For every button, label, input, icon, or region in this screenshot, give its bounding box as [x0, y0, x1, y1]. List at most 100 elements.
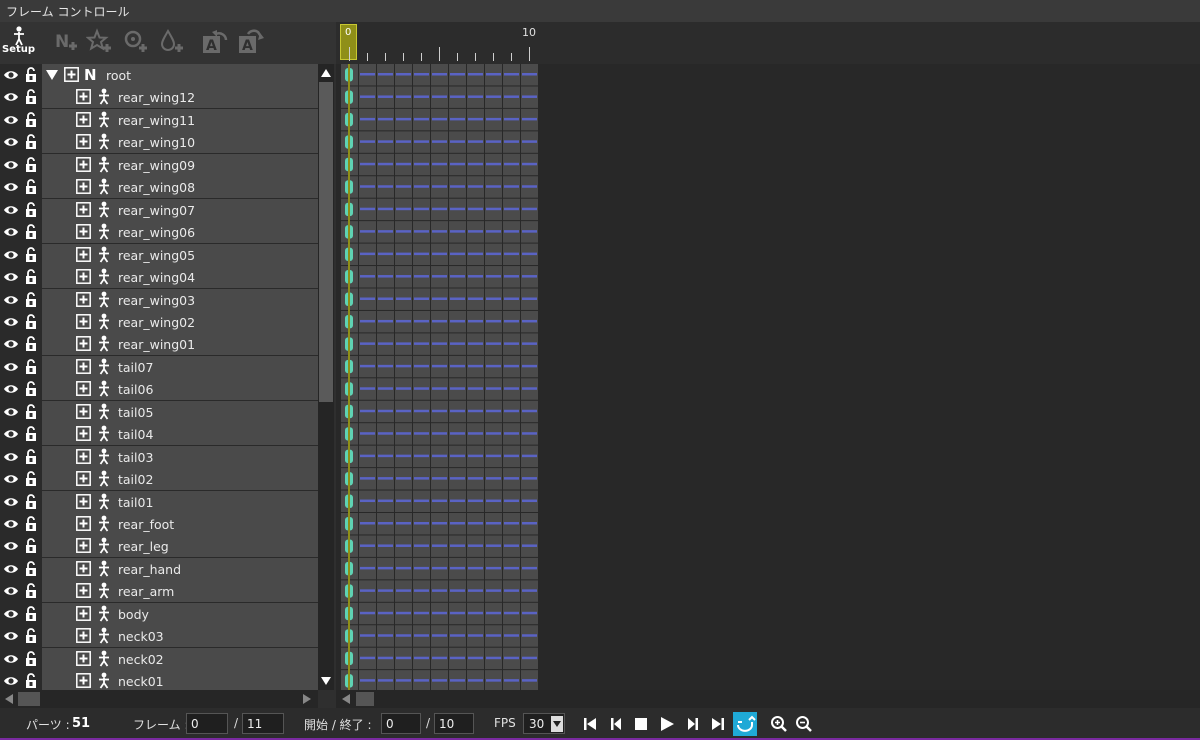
total-frames-field[interactable] [242, 713, 284, 734]
tree-row-part[interactable]: tail04 [0, 423, 318, 445]
visibility-eye-icon[interactable] [3, 315, 19, 329]
expand-box-icon[interactable] [76, 381, 91, 396]
visibility-eye-icon[interactable] [3, 539, 19, 553]
expand-box-icon[interactable] [76, 404, 91, 419]
last-frame-button[interactable] [709, 715, 727, 733]
visibility-eye-icon[interactable] [3, 472, 19, 486]
frame-ruler[interactable]: 0 10 [336, 22, 1200, 64]
tree-row-part[interactable]: rear_wing10 [0, 131, 318, 153]
expand-box-icon[interactable] [76, 449, 91, 464]
tree-row-part[interactable]: rear_wing06 [0, 221, 318, 243]
expand-box-icon[interactable] [76, 471, 91, 486]
visibility-eye-icon[interactable] [3, 360, 19, 374]
expand-box-icon[interactable] [76, 179, 91, 194]
unlock-icon[interactable] [24, 247, 38, 263]
tree-hscroll-thumb[interactable] [18, 692, 40, 706]
expand-box-icon[interactable] [76, 112, 91, 127]
visibility-eye-icon[interactable] [3, 405, 19, 419]
scroll-right-icon[interactable] [303, 694, 311, 704]
tree-row-part[interactable]: tail02 [0, 468, 318, 490]
timeline-grid[interactable] [336, 64, 1200, 690]
visibility-eye-icon[interactable] [3, 113, 19, 127]
scroll-up-icon[interactable] [321, 68, 331, 78]
unlock-icon[interactable] [24, 359, 38, 375]
visibility-eye-icon[interactable] [3, 652, 19, 666]
unlock-icon[interactable] [24, 89, 38, 105]
tree-horizontal-scrollbar[interactable] [0, 690, 318, 708]
tree-row-part[interactable]: tail01 [0, 491, 318, 513]
unlock-icon[interactable] [24, 336, 38, 352]
scroll-left-icon[interactable] [342, 694, 350, 704]
tree-row-part[interactable]: tail05 [0, 401, 318, 423]
visibility-eye-icon[interactable] [3, 180, 19, 194]
next-frame-button[interactable] [684, 715, 702, 733]
expand-box-icon[interactable] [64, 67, 79, 82]
visibility-eye-icon[interactable] [3, 337, 19, 351]
unlock-icon[interactable] [24, 583, 38, 599]
collapse-triangle-icon[interactable] [46, 69, 58, 81]
visibility-eye-icon[interactable] [3, 495, 19, 509]
unlock-icon[interactable] [24, 179, 38, 195]
expand-box-icon[interactable] [76, 538, 91, 553]
tree-row-part[interactable]: rear_wing07 [0, 199, 318, 221]
tree-vertical-scrollbar[interactable] [318, 64, 334, 690]
tree-row-part[interactable]: neck01 [0, 670, 318, 690]
tree-row-part[interactable]: rear_wing04 [0, 266, 318, 288]
unlock-icon[interactable] [24, 112, 38, 128]
unlock-icon[interactable] [24, 606, 38, 622]
unlock-icon[interactable] [24, 292, 38, 308]
tree-row-part[interactable]: rear_wing09 [0, 154, 318, 176]
expand-box-icon[interactable] [76, 606, 91, 621]
expand-box-icon[interactable] [76, 516, 91, 531]
expand-box-icon[interactable] [76, 583, 91, 598]
unlock-icon[interactable] [24, 314, 38, 330]
add-star-button[interactable] [85, 28, 114, 56]
expand-box-icon[interactable] [76, 628, 91, 643]
tree-row-root[interactable]: N root [0, 64, 318, 86]
unlock-icon[interactable] [24, 628, 38, 644]
visibility-eye-icon[interactable] [3, 225, 19, 239]
expand-box-icon[interactable] [76, 359, 91, 374]
add-effect-button[interactable] [122, 28, 150, 56]
unlock-icon[interactable] [24, 381, 38, 397]
expand-box-icon[interactable] [76, 89, 91, 104]
expand-box-icon[interactable] [76, 269, 91, 284]
visibility-eye-icon[interactable] [3, 427, 19, 441]
unlock-icon[interactable] [24, 516, 38, 532]
current-frame-input[interactable] [186, 713, 228, 734]
text-rotate-right-button[interactable]: A [236, 28, 264, 56]
tree-row-part[interactable]: rear_wing03 [0, 289, 318, 311]
visibility-eye-icon[interactable] [3, 135, 19, 149]
expand-box-icon[interactable] [76, 561, 91, 576]
timeline-horizontal-scrollbar[interactable] [336, 690, 1200, 708]
unlock-icon[interactable] [24, 494, 38, 510]
loop-toggle-button[interactable] [733, 712, 757, 736]
tree-row-part[interactable]: rear_wing01 [0, 333, 318, 355]
tree-row-part[interactable]: rear_wing08 [0, 176, 318, 198]
expand-box-icon[interactable] [76, 651, 91, 666]
visibility-eye-icon[interactable] [3, 584, 19, 598]
visibility-eye-icon[interactable] [3, 270, 19, 284]
tree-row-part[interactable]: body [0, 603, 318, 625]
unlock-icon[interactable] [24, 471, 38, 487]
expand-box-icon[interactable] [76, 247, 91, 262]
tree-row-part[interactable]: rear_wing02 [0, 311, 318, 333]
visibility-eye-icon[interactable] [3, 293, 19, 307]
fps-select[interactable]: 30 [523, 713, 565, 734]
range-end-input[interactable] [434, 713, 474, 734]
range-start-input[interactable] [381, 713, 421, 734]
tree-row-part[interactable]: tail06 [0, 378, 318, 400]
tree-row-part[interactable]: rear_wing05 [0, 244, 318, 266]
visibility-eye-icon[interactable] [3, 203, 19, 217]
tree-row-part[interactable]: rear_wing11 [0, 109, 318, 131]
expand-box-icon[interactable] [76, 426, 91, 441]
expand-box-icon[interactable] [76, 336, 91, 351]
unlock-icon[interactable] [24, 561, 38, 577]
tree-row-part[interactable]: rear_hand [0, 558, 318, 580]
play-button[interactable] [658, 715, 676, 733]
unlock-icon[interactable] [24, 404, 38, 420]
visibility-eye-icon[interactable] [3, 68, 19, 82]
expand-box-icon[interactable] [76, 157, 91, 172]
visibility-eye-icon[interactable] [3, 517, 19, 531]
unlock-icon[interactable] [24, 426, 38, 442]
